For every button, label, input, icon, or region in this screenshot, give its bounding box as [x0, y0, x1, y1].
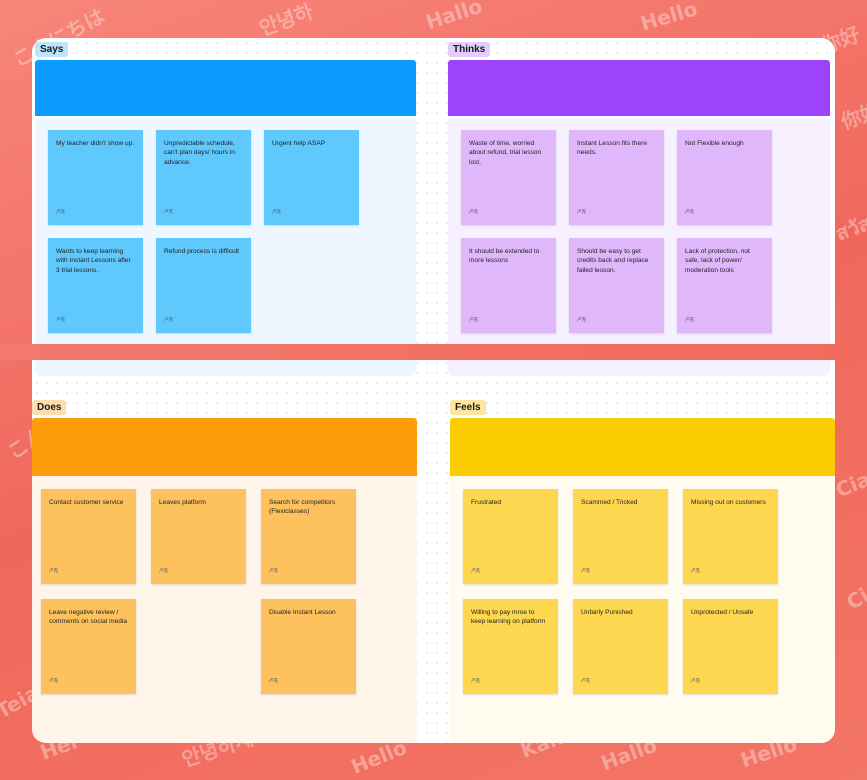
- sticky-note-text: Scammed / Tricked: [581, 499, 638, 506]
- sticky-note-author: 卢克: [685, 316, 694, 322]
- sticky-note-text: Leaves platform: [159, 499, 206, 506]
- sticky-note-author: 卢克: [469, 208, 478, 214]
- sticky-note-text: Unprotected / Unsafe: [691, 609, 754, 616]
- feels-banner[interactable]: [450, 418, 835, 476]
- sticky-note-author: 卢克: [269, 677, 278, 683]
- empathy-map-board: Says My teacher didn't show up. 卢克 Unpredi…: [32, 38, 835, 743]
- sticky-note[interactable]: Unpredictable schedule, can't plan days/…: [156, 130, 251, 225]
- sticky-note[interactable]: My teacher didn't show up. 卢克: [48, 130, 143, 225]
- sticky-note-text: Contact customer service: [49, 499, 124, 506]
- sticky-note-text: Lack of protection, not safe, lack of po…: [685, 248, 750, 274]
- feels-label[interactable]: Feels: [450, 400, 486, 415]
- watermark-text: Hello: [637, 0, 700, 36]
- sticky-note-author: 卢克: [471, 677, 480, 683]
- sticky-note-text: Willing to pay mroe to keep learning on …: [471, 609, 546, 626]
- sticky-note-author: 卢克: [577, 316, 586, 322]
- sticky-note-author: 卢克: [269, 567, 278, 573]
- sticky-note[interactable]: Instant Lesson fits there needs. 卢克: [569, 130, 664, 225]
- watermark-text: 안녕하: [256, 0, 317, 41]
- sticky-note[interactable]: Urgent help ASAP 卢克: [264, 130, 359, 225]
- sticky-note[interactable]: Should be easy to get credits back and r…: [569, 238, 664, 333]
- sticky-note-author: 卢克: [471, 567, 480, 573]
- sticky-note-author: 卢克: [272, 208, 281, 214]
- sticky-note-text: Unpredictable schedule, can't plan days/…: [164, 140, 235, 166]
- sticky-note-text: Urgent help ASAP: [272, 140, 326, 147]
- sticky-note[interactable]: Unfairly Punished 卢克: [573, 599, 668, 694]
- does-banner[interactable]: [32, 418, 417, 476]
- sticky-note-text: Unfairly Punished: [581, 609, 633, 616]
- sticky-note[interactable]: Search for competitors (Flexiclasses) 卢克: [261, 489, 356, 584]
- sticky-note-text: Instant Lesson fits there needs.: [577, 140, 648, 157]
- sticky-note[interactable]: Lack of protection, not safe, lack of po…: [677, 238, 772, 333]
- sticky-note-text: Should be easy to get credits back and r…: [577, 248, 649, 274]
- sticky-note-author: 卢克: [56, 316, 65, 322]
- sticky-note[interactable]: Frustrated 卢克: [463, 489, 558, 584]
- says-banner[interactable]: [35, 60, 416, 116]
- sticky-note-author: 卢克: [159, 567, 168, 573]
- sticky-note-author: 卢克: [164, 208, 173, 214]
- sticky-note[interactable]: Waste of time, worried about refund, tri…: [461, 130, 556, 225]
- sticky-note-author: 卢克: [49, 567, 58, 573]
- sticky-note[interactable]: Wants to keep learning with Instant Less…: [48, 238, 143, 333]
- sticky-note-text: It should be extended to more lessons: [469, 248, 540, 265]
- says-label[interactable]: Says: [35, 42, 69, 57]
- sticky-note-author: 卢克: [691, 677, 700, 683]
- board-divider: [0, 344, 867, 360]
- sticky-note[interactable]: Leave negative review / comments on soci…: [41, 599, 136, 694]
- sticky-note-text: Refund process is difficult: [164, 248, 240, 255]
- sticky-note-text: Wants to keep learning with Instant Less…: [56, 248, 131, 274]
- thinks-label[interactable]: Thinks: [448, 42, 491, 57]
- sticky-note-author: 卢克: [581, 567, 590, 573]
- sticky-note[interactable]: Willing to pay mroe to keep learning on …: [463, 599, 558, 694]
- sticky-note-author: 卢克: [49, 677, 58, 683]
- sticky-note[interactable]: Unprotected / Unsafe 卢克: [683, 599, 778, 694]
- watermark-text: สวัสดี: [832, 206, 867, 246]
- sticky-note-author: 卢克: [685, 208, 694, 214]
- sticky-note[interactable]: Leaves platform 卢克: [151, 489, 246, 584]
- sticky-note[interactable]: It should be extended to more lessons 卢克: [461, 238, 556, 333]
- sticky-note-text: Frustrated: [471, 499, 502, 506]
- watermark-text: Hallo: [422, 0, 485, 35]
- sticky-note-author: 卢克: [691, 567, 700, 573]
- sticky-note-text: Leave negative review / comments on soci…: [49, 609, 128, 626]
- sticky-note-author: 卢克: [164, 316, 173, 322]
- sticky-note-text: Not Flexible enough: [685, 140, 744, 147]
- sticky-note-author: 卢克: [56, 208, 65, 214]
- thinks-banner[interactable]: [448, 60, 830, 116]
- does-label[interactable]: Does: [32, 400, 67, 415]
- sticky-note-text: Missing out on customers: [691, 499, 766, 506]
- sticky-note[interactable]: Disable Instant Lesson 卢克: [261, 599, 356, 694]
- sticky-note-author: 卢克: [469, 316, 478, 322]
- sticky-note[interactable]: Contact customer service 卢克: [41, 489, 136, 584]
- watermark-text: Ciao: [832, 461, 867, 503]
- sticky-note[interactable]: Not Flexible enough 卢克: [677, 130, 772, 225]
- sticky-note-author: 卢克: [577, 208, 586, 214]
- sticky-note-text: Waste of time, worried about refund, tri…: [469, 140, 542, 166]
- sticky-note[interactable]: Missing out on customers 卢克: [683, 489, 778, 584]
- sticky-note[interactable]: Refund process is difficult 卢克: [156, 238, 251, 333]
- sticky-note-text: Disable Instant Lesson: [269, 609, 336, 616]
- sticky-note-author: 卢克: [581, 677, 590, 683]
- sticky-note[interactable]: Scammed / Tricked 卢克: [573, 489, 668, 584]
- sticky-note-text: Search for competitors (Flexiclasses): [269, 499, 336, 516]
- sticky-note-text: My teacher didn't show up.: [56, 140, 135, 147]
- watermark-text: 你好: [837, 97, 867, 135]
- watermark-text: Ciao: [842, 569, 867, 615]
